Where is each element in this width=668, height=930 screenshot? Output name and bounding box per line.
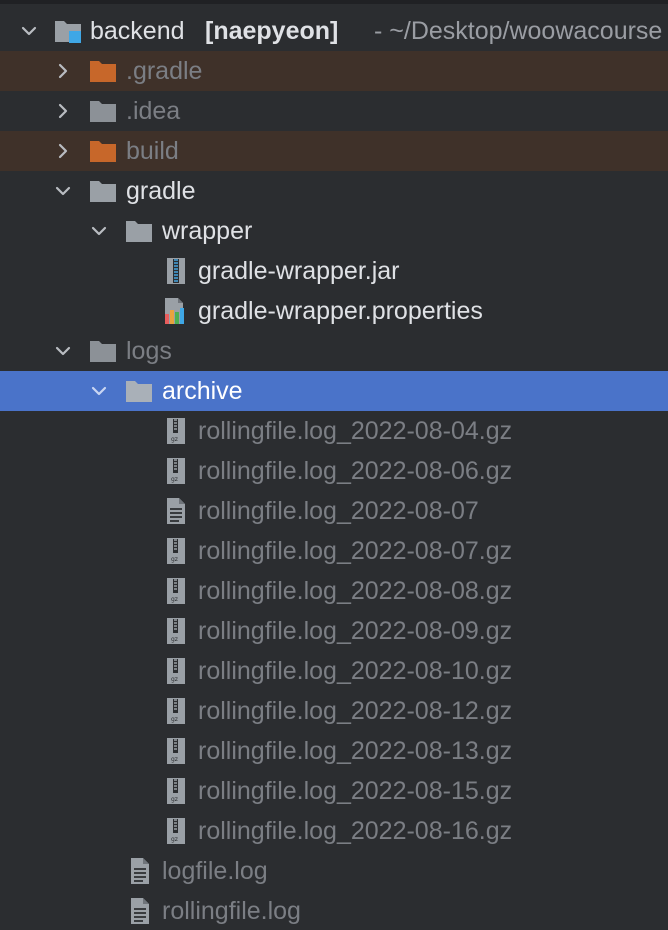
folder-icon xyxy=(89,177,117,205)
tree-item-gz-file[interactable]: gz rollingfile.log_2022-08-15.gz xyxy=(0,771,668,811)
tree-item-gradle[interactable]: gradle xyxy=(0,171,668,211)
tree-item-label: rollingfile.log_2022-08-07.gz xyxy=(198,537,513,565)
root-module-name: [naepyeon] xyxy=(205,17,339,45)
tree-item-gz-file[interactable]: gz rollingfile.log_2022-08-12.gz xyxy=(0,691,668,731)
panel-top-border xyxy=(0,0,668,4)
tree-item-gz-file[interactable]: gz rollingfile.log_2022-08-10.gz xyxy=(0,651,668,691)
tree-item-label: rollingfile.log_2022-08-13.gz xyxy=(198,737,513,765)
tree-item-gz-file[interactable]: gz rollingfile.log_2022-08-16.gz xyxy=(0,811,668,851)
chevron-down-icon[interactable] xyxy=(18,20,40,42)
text-file-icon xyxy=(126,857,154,885)
tree-item-label: wrapper xyxy=(162,217,253,245)
gz-file-icon: gz xyxy=(162,537,190,565)
tree-item-label: archive xyxy=(162,377,243,405)
tree-item-label: rollingfile.log_2022-08-10.gz xyxy=(198,657,513,685)
tree-root-backend[interactable]: backend [naepyeon] - ~/Desktop/woowacour… xyxy=(0,11,668,51)
tree-item-label: gradle-wrapper.jar xyxy=(198,257,400,285)
chevron-down-icon[interactable] xyxy=(88,220,110,242)
folder-icon xyxy=(125,377,153,405)
gz-file-icon: gz xyxy=(162,777,190,805)
module-folder-icon xyxy=(54,17,82,45)
tree-item-dot-idea[interactable]: .idea xyxy=(0,91,668,131)
project-tree: backend [naepyeon] - ~/Desktop/woowacour… xyxy=(0,0,668,930)
archive-file-icon xyxy=(162,257,190,285)
tree-item-gz-file[interactable]: gz rollingfile.log_2022-08-06.gz xyxy=(0,451,668,491)
tree-item-label: rollingfile.log_2022-08-09.gz xyxy=(198,617,513,645)
gz-file-icon: gz xyxy=(162,617,190,645)
tree-item-label: rollingfile.log_2022-08-12.gz xyxy=(198,697,513,725)
tree-item-gz-file[interactable]: gz rollingfile.log_2022-08-07.gz xyxy=(0,531,668,571)
chevron-down-icon[interactable] xyxy=(52,340,74,362)
tree-item-label: logs xyxy=(126,337,172,365)
properties-file-icon xyxy=(162,297,190,325)
tree-item-logs[interactable]: logs xyxy=(0,331,668,371)
tree-item-label: rollingfile.log_2022-08-16.gz xyxy=(198,817,513,845)
text-file-icon xyxy=(162,497,190,525)
folder-icon xyxy=(89,97,117,125)
svg-text:gz: gz xyxy=(171,836,178,843)
tree-item-label: build xyxy=(126,137,179,165)
chevron-down-icon[interactable] xyxy=(88,380,110,402)
svg-text:gz: gz xyxy=(171,476,178,483)
tree-item-gz-file[interactable]: gz rollingfile.log_2022-08-09.gz xyxy=(0,611,668,651)
gz-file-icon: gz xyxy=(162,697,190,725)
chevron-down-icon[interactable] xyxy=(52,180,74,202)
svg-text:gz: gz xyxy=(171,436,178,443)
root-folder-name: backend xyxy=(90,17,185,45)
gz-file-icon: gz xyxy=(162,577,190,605)
excluded-folder-icon xyxy=(89,137,117,165)
tree-item-logfile-log[interactable]: logfile.log xyxy=(0,851,668,891)
chevron-right-icon[interactable] xyxy=(52,100,74,122)
tree-item-label: rollingfile.log_2022-08-04.gz xyxy=(198,417,513,445)
svg-text:gz: gz xyxy=(171,756,178,763)
svg-text:gz: gz xyxy=(171,596,178,603)
tree-item-gradle-wrapper-jar[interactable]: gradle-wrapper.jar xyxy=(0,251,668,291)
tree-item-label: rollingfile.log_2022-08-15.gz xyxy=(198,777,513,805)
excluded-folder-icon xyxy=(89,57,117,85)
folder-icon xyxy=(125,217,153,245)
tree-item-text-file[interactable]: rollingfile.log_2022-08-07 xyxy=(0,491,668,531)
tree-item-label: gradle-wrapper.properties xyxy=(198,297,483,325)
root-folder-path: - ~/Desktop/woowacourse xyxy=(374,17,663,45)
svg-text:gz: gz xyxy=(171,636,178,643)
tree-item-label: .idea xyxy=(126,97,181,125)
svg-text:gz: gz xyxy=(171,796,178,803)
chevron-right-icon[interactable] xyxy=(52,60,74,82)
gz-file-icon: gz xyxy=(162,657,190,685)
text-file-icon xyxy=(126,897,154,925)
svg-text:gz: gz xyxy=(171,676,178,683)
tree-item-label: gradle xyxy=(126,177,196,205)
tree-item-label: rollingfile.log_2022-08-07 xyxy=(198,497,479,525)
tree-item-gz-file[interactable]: gz rollingfile.log_2022-08-13.gz xyxy=(0,731,668,771)
tree-item-build[interactable]: build xyxy=(0,131,668,171)
folder-icon xyxy=(89,337,117,365)
tree-item-rollingfile-log[interactable]: rollingfile.log xyxy=(0,891,668,930)
chevron-right-icon[interactable] xyxy=(52,140,74,162)
tree-item-label: rollingfile.log_2022-08-06.gz xyxy=(198,457,513,485)
gz-file-icon: gz xyxy=(162,417,190,445)
gz-file-icon: gz xyxy=(162,457,190,485)
gz-file-icon: gz xyxy=(162,817,190,845)
tree-item-gradle-wrapper-properties[interactable]: gradle-wrapper.properties xyxy=(0,291,668,331)
svg-text:gz: gz xyxy=(171,556,178,563)
tree-item-label: rollingfile.log xyxy=(162,897,301,925)
tree-item-gz-file[interactable]: gz rollingfile.log_2022-08-08.gz xyxy=(0,571,668,611)
tree-item-gz-file[interactable]: gz rollingfile.log_2022-08-04.gz xyxy=(0,411,668,451)
tree-item-wrapper[interactable]: wrapper xyxy=(0,211,668,251)
svg-text:gz: gz xyxy=(171,716,178,723)
tree-item-archive[interactable]: archive xyxy=(0,371,668,411)
tree-item-label: logfile.log xyxy=(162,857,268,885)
tree-item-dot-gradle[interactable]: .gradle xyxy=(0,51,668,91)
tree-item-label: rollingfile.log_2022-08-08.gz xyxy=(198,577,513,605)
gz-file-icon: gz xyxy=(162,737,190,765)
tree-item-label: .gradle xyxy=(126,57,203,85)
